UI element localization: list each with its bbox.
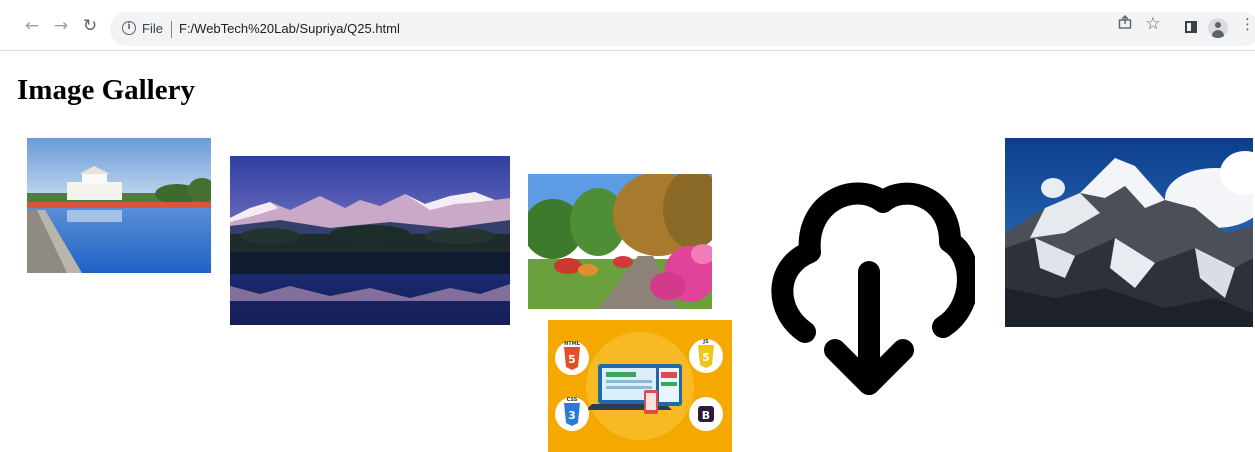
svg-text:5: 5: [568, 353, 576, 366]
profile-icon[interactable]: [1208, 18, 1228, 38]
page-title: Image Gallery: [17, 74, 195, 106]
share-icon[interactable]: [1115, 14, 1135, 34]
svg-text:5: 5: [702, 351, 710, 364]
mountain-lake-reflection-photo: [230, 156, 510, 325]
reload-icon[interactable]: ↻: [80, 16, 100, 36]
scheme-label: File: [142, 21, 163, 36]
temple-lake-photo: [27, 138, 211, 273]
badge-css: CSS: [567, 397, 578, 403]
badge-html: HTML: [564, 341, 581, 347]
back-icon[interactable]: ←: [22, 16, 42, 36]
cloud-download-icon: [765, 172, 975, 398]
url-text[interactable]: F:/WebTech%20Lab/Supriya/Q25.html: [179, 21, 400, 36]
web-technologies-illustration: 5 HTML 5 JS 3 CSS B: [548, 320, 732, 452]
badge-bootstrap: B: [702, 409, 710, 422]
info-icon[interactable]: i: [122, 21, 136, 35]
side-panel-icon[interactable]: [1185, 21, 1197, 33]
svg-text:3: 3: [568, 409, 576, 422]
garden-path-photo: [528, 174, 712, 309]
browser-toolbar: ← → ↻ i File F:/WebTech%20Lab/Supriya/Q2…: [0, 0, 1255, 51]
star-icon[interactable]: ☆: [1143, 14, 1163, 34]
badge-js: JS: [702, 339, 709, 345]
address-separator: [171, 21, 172, 38]
snowy-mountain-photo: [1005, 138, 1253, 327]
menu-icon[interactable]: ⋮: [1240, 14, 1255, 34]
forward-icon[interactable]: →: [51, 16, 71, 36]
address-bar[interactable]: i File F:/WebTech%20Lab/Supriya/Q25.html: [110, 12, 1255, 46]
